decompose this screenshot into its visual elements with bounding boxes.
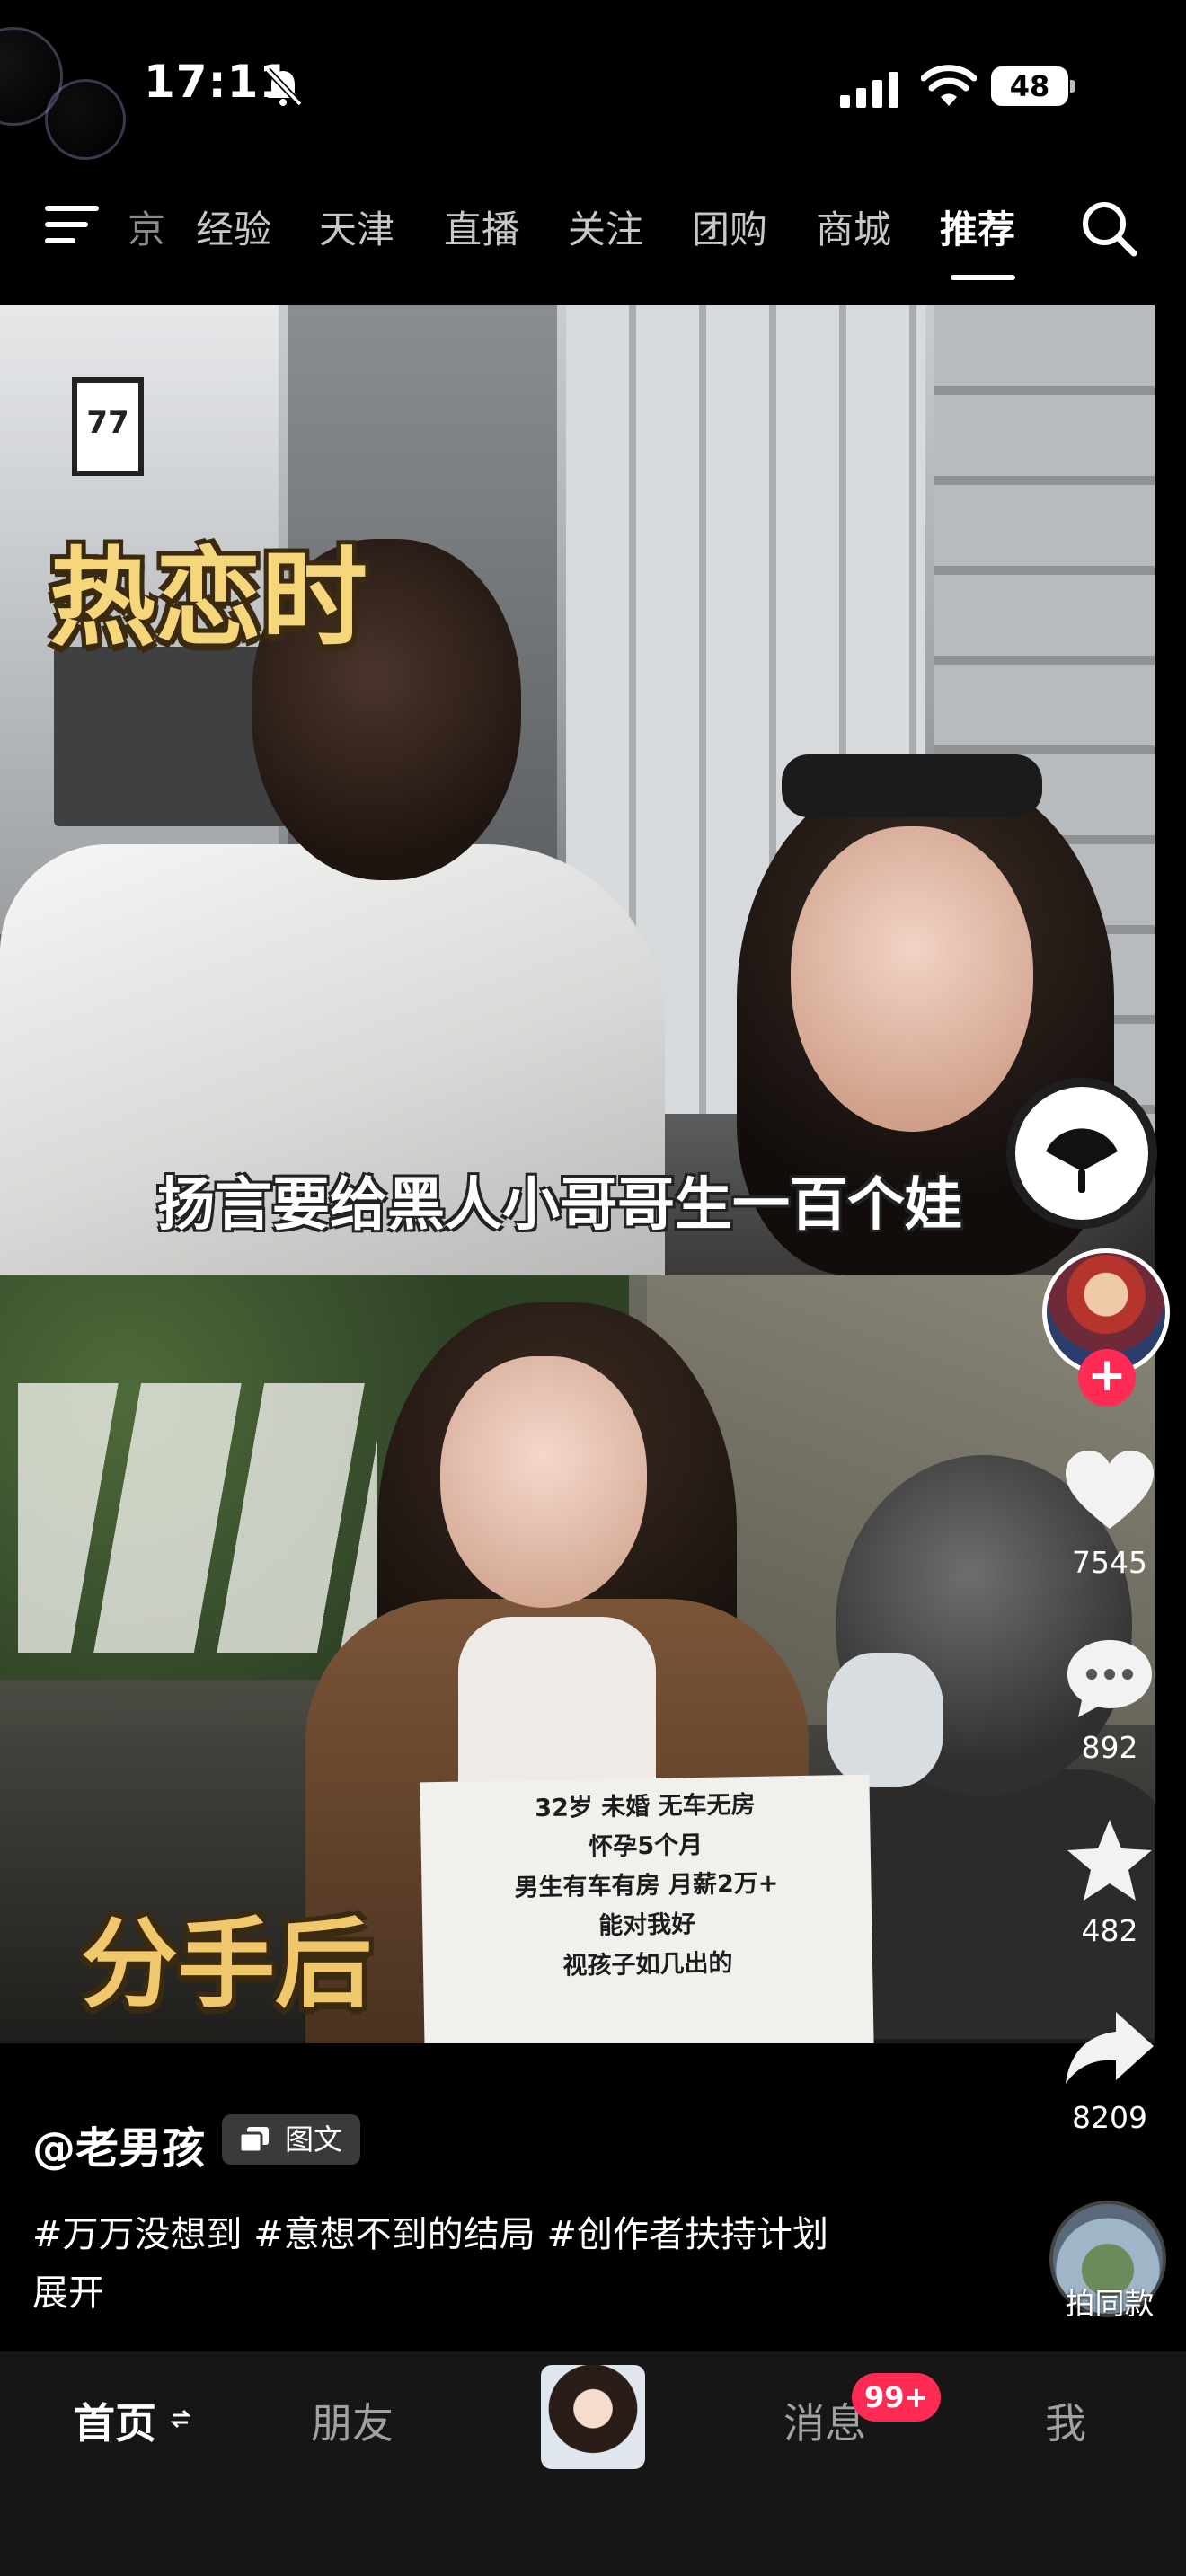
hashtags[interactable]: #万万没想到 #意想不到的结局 #创作者扶持计划 (32, 2205, 828, 2257)
favorite-count: 482 (1081, 1913, 1138, 1948)
paper-sign: 32岁 未婚 无车无房 怀孕5个月 男生有车有房 月薪2万+ 能对我好 视孩子如… (420, 1774, 874, 2043)
video-frame-top: 77 (0, 305, 1155, 1275)
share-icon[interactable] (1060, 2003, 1159, 2093)
comment-icon[interactable] (1060, 1633, 1159, 1723)
bell-slash-icon (265, 67, 303, 107)
menu-icon[interactable] (45, 202, 102, 247)
tab-experience[interactable]: 经验 (196, 199, 271, 254)
same-style-label[interactable]: 拍同款 (1033, 2280, 1186, 2323)
like-count: 7545 (1072, 1545, 1147, 1580)
status-bar: 17:11 48 (0, 0, 1186, 171)
tab-group-buy[interactable]: 团购 (692, 199, 767, 254)
gallery-icon (240, 2127, 269, 2152)
heart-icon[interactable] (1060, 1446, 1159, 1536)
search-icon[interactable] (1078, 198, 1139, 259)
tab-jing[interactable]: 京 (128, 199, 165, 254)
video-caption-top: 热恋时 (49, 536, 368, 660)
photo-text-label: 图文 (285, 2122, 343, 2157)
active-tab-indicator (951, 275, 1015, 280)
battery-icon: 48 (991, 66, 1075, 106)
refresh-arrows-icon (171, 2409, 190, 2429)
create-avatar-button[interactable] (541, 2365, 645, 2469)
tab-following[interactable]: 关注 (568, 199, 643, 254)
tab-home[interactable]: 首页 (74, 2391, 156, 2450)
plus-icon[interactable]: + (1078, 1349, 1136, 1407)
share-count: 8209 (1072, 2100, 1147, 2135)
tab-me[interactable]: 我 (1045, 2391, 1086, 2450)
paper-sign-line: 视孩子如几出的 (562, 1949, 733, 1981)
comment-count: 892 (1081, 1730, 1138, 1765)
tab-mall[interactable]: 商城 (816, 199, 891, 254)
photo-text-tag: 图文 (222, 2114, 361, 2165)
tab-friends[interactable]: 朋友 (311, 2391, 394, 2450)
wifi-icon (921, 65, 977, 106)
cellular-signal-icon (840, 72, 898, 108)
tab-live[interactable]: 直播 (444, 199, 519, 254)
video-player[interactable]: 77 32岁 未婚 无车无房 怀孕5个月 男生有车有房 月薪2万+ 能对我好 视… (0, 305, 1155, 2043)
fan-disc-icon[interactable] (1006, 1078, 1157, 1229)
video-caption-bottom: 分手后 (81, 1909, 373, 2021)
store-sign: 77 (72, 377, 144, 476)
expand-link[interactable]: 展开 (32, 2263, 104, 2316)
author-name[interactable]: @老男孩 (32, 2113, 205, 2175)
star-icon[interactable] (1060, 1816, 1159, 1906)
video-caption-middle: 扬言要给黑人小哥哥生一百个娃 (157, 1172, 962, 1239)
bubble-decoration (45, 79, 126, 160)
messages-badge: 99+ (852, 2373, 942, 2422)
battery-level: 48 (991, 66, 1068, 106)
tab-tianjin[interactable]: 天津 (319, 199, 394, 254)
tab-recommend[interactable]: 推荐 (940, 199, 1015, 254)
